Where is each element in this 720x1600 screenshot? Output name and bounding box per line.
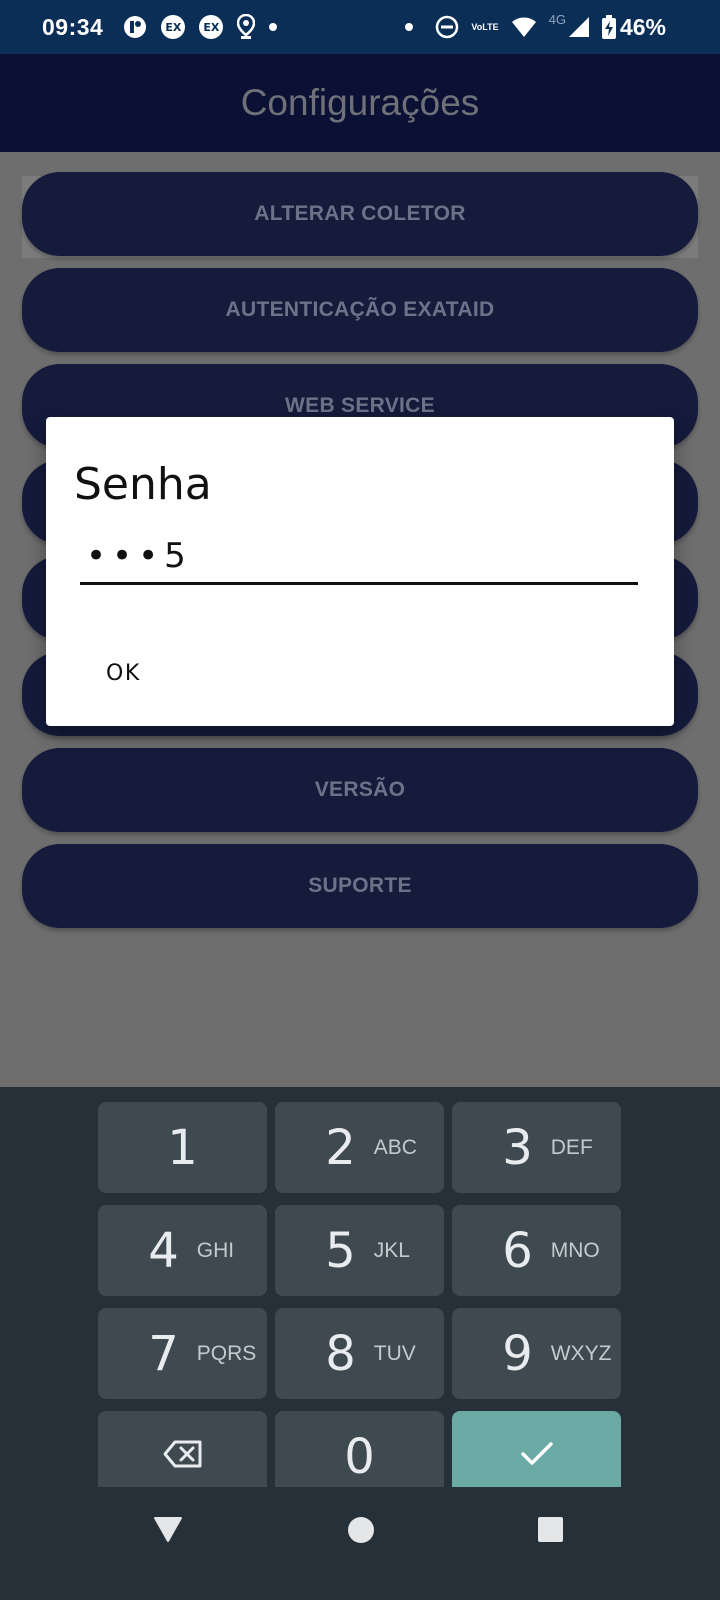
support-button[interactable]: SUPORTE bbox=[22, 844, 698, 928]
key-9[interactable]: 9 WXYZ bbox=[452, 1308, 621, 1399]
page-title: Configurações bbox=[240, 82, 480, 123]
key-letters: DEF bbox=[550, 1135, 593, 1159]
backspace-icon bbox=[163, 1440, 203, 1473]
notification-dot-icon bbox=[405, 23, 414, 31]
notification-dot-icon bbox=[269, 23, 278, 31]
key-digit: 7 bbox=[148, 1325, 179, 1382]
cell-signal-icon bbox=[568, 16, 590, 38]
key-digit: 4 bbox=[148, 1222, 179, 1279]
ok-button[interactable]: OK bbox=[106, 661, 141, 686]
key-2[interactable]: 2 ABC bbox=[275, 1102, 444, 1193]
app-bar: Configurações bbox=[0, 54, 720, 152]
key-digit: 2 bbox=[325, 1119, 356, 1176]
key-letters: JKL bbox=[373, 1238, 410, 1262]
key-letters: GHI bbox=[196, 1238, 235, 1262]
status-bar: 09:34 EX EX Vo LTE 4G 46% bbox=[0, 0, 720, 54]
key-5[interactable]: 5 JKL bbox=[275, 1205, 444, 1296]
numeric-keyboard: 1 2 ABC 3 DEF 4 GHI 5 JKL 6 MNO 7 PQRS 8… bbox=[0, 1087, 720, 1502]
key-8[interactable]: 8 TUV bbox=[275, 1308, 444, 1399]
battery-charging-icon bbox=[601, 15, 616, 39]
version-button[interactable]: VERSÃO bbox=[22, 748, 698, 832]
key-6[interactable]: 6 MNO bbox=[452, 1205, 621, 1296]
status-time: 09:34 bbox=[42, 13, 104, 40]
app-circle-icon bbox=[123, 15, 147, 39]
home-circle-icon[interactable] bbox=[348, 1517, 374, 1543]
key-1[interactable]: 1 bbox=[98, 1102, 267, 1193]
volte-icon: Vo LTE bbox=[471, 22, 499, 32]
key-letters: ABC bbox=[373, 1135, 417, 1159]
system-nav-bar bbox=[0, 1487, 720, 1600]
password-dialog: Senha •••5 OK bbox=[46, 417, 674, 726]
change-collector-button[interactable]: ALTERAR COLETOR bbox=[22, 172, 698, 256]
location-icon bbox=[237, 14, 256, 40]
battery-percent: 46% bbox=[619, 13, 666, 40]
key-digit: 9 bbox=[502, 1325, 533, 1382]
ex-badge-icon: EX bbox=[161, 15, 186, 39]
key-digit: 0 bbox=[344, 1428, 375, 1485]
key-digit: 3 bbox=[502, 1119, 533, 1176]
key-3[interactable]: 3 DEF bbox=[452, 1102, 621, 1193]
key-digit: 1 bbox=[167, 1119, 198, 1176]
key-digit: 5 bbox=[325, 1222, 356, 1279]
key-4[interactable]: 4 GHI bbox=[98, 1205, 267, 1296]
key-letters: MNO bbox=[550, 1238, 600, 1262]
key-7[interactable]: 7 PQRS bbox=[98, 1308, 267, 1399]
back-triangle-icon[interactable] bbox=[153, 1516, 183, 1547]
exataid-auth-button[interactable]: AUTENTICAÇÃO EXATAID bbox=[22, 268, 698, 352]
key-digit: 8 bbox=[325, 1325, 356, 1382]
key-letters: TUV bbox=[373, 1341, 416, 1365]
recents-square-icon[interactable] bbox=[538, 1517, 563, 1542]
key-letters: WXYZ bbox=[550, 1341, 612, 1365]
network-type-label: 4G bbox=[548, 12, 566, 27]
ex-badge-icon: EX bbox=[199, 15, 224, 39]
do-not-disturb-icon bbox=[435, 15, 459, 39]
key-letters: PQRS bbox=[196, 1341, 257, 1365]
password-input[interactable]: •••5 bbox=[80, 529, 638, 585]
key-digit: 6 bbox=[502, 1222, 533, 1279]
dialog-title: Senha bbox=[74, 459, 212, 510]
wifi-icon bbox=[511, 16, 537, 38]
checkmark-icon bbox=[520, 1441, 554, 1472]
